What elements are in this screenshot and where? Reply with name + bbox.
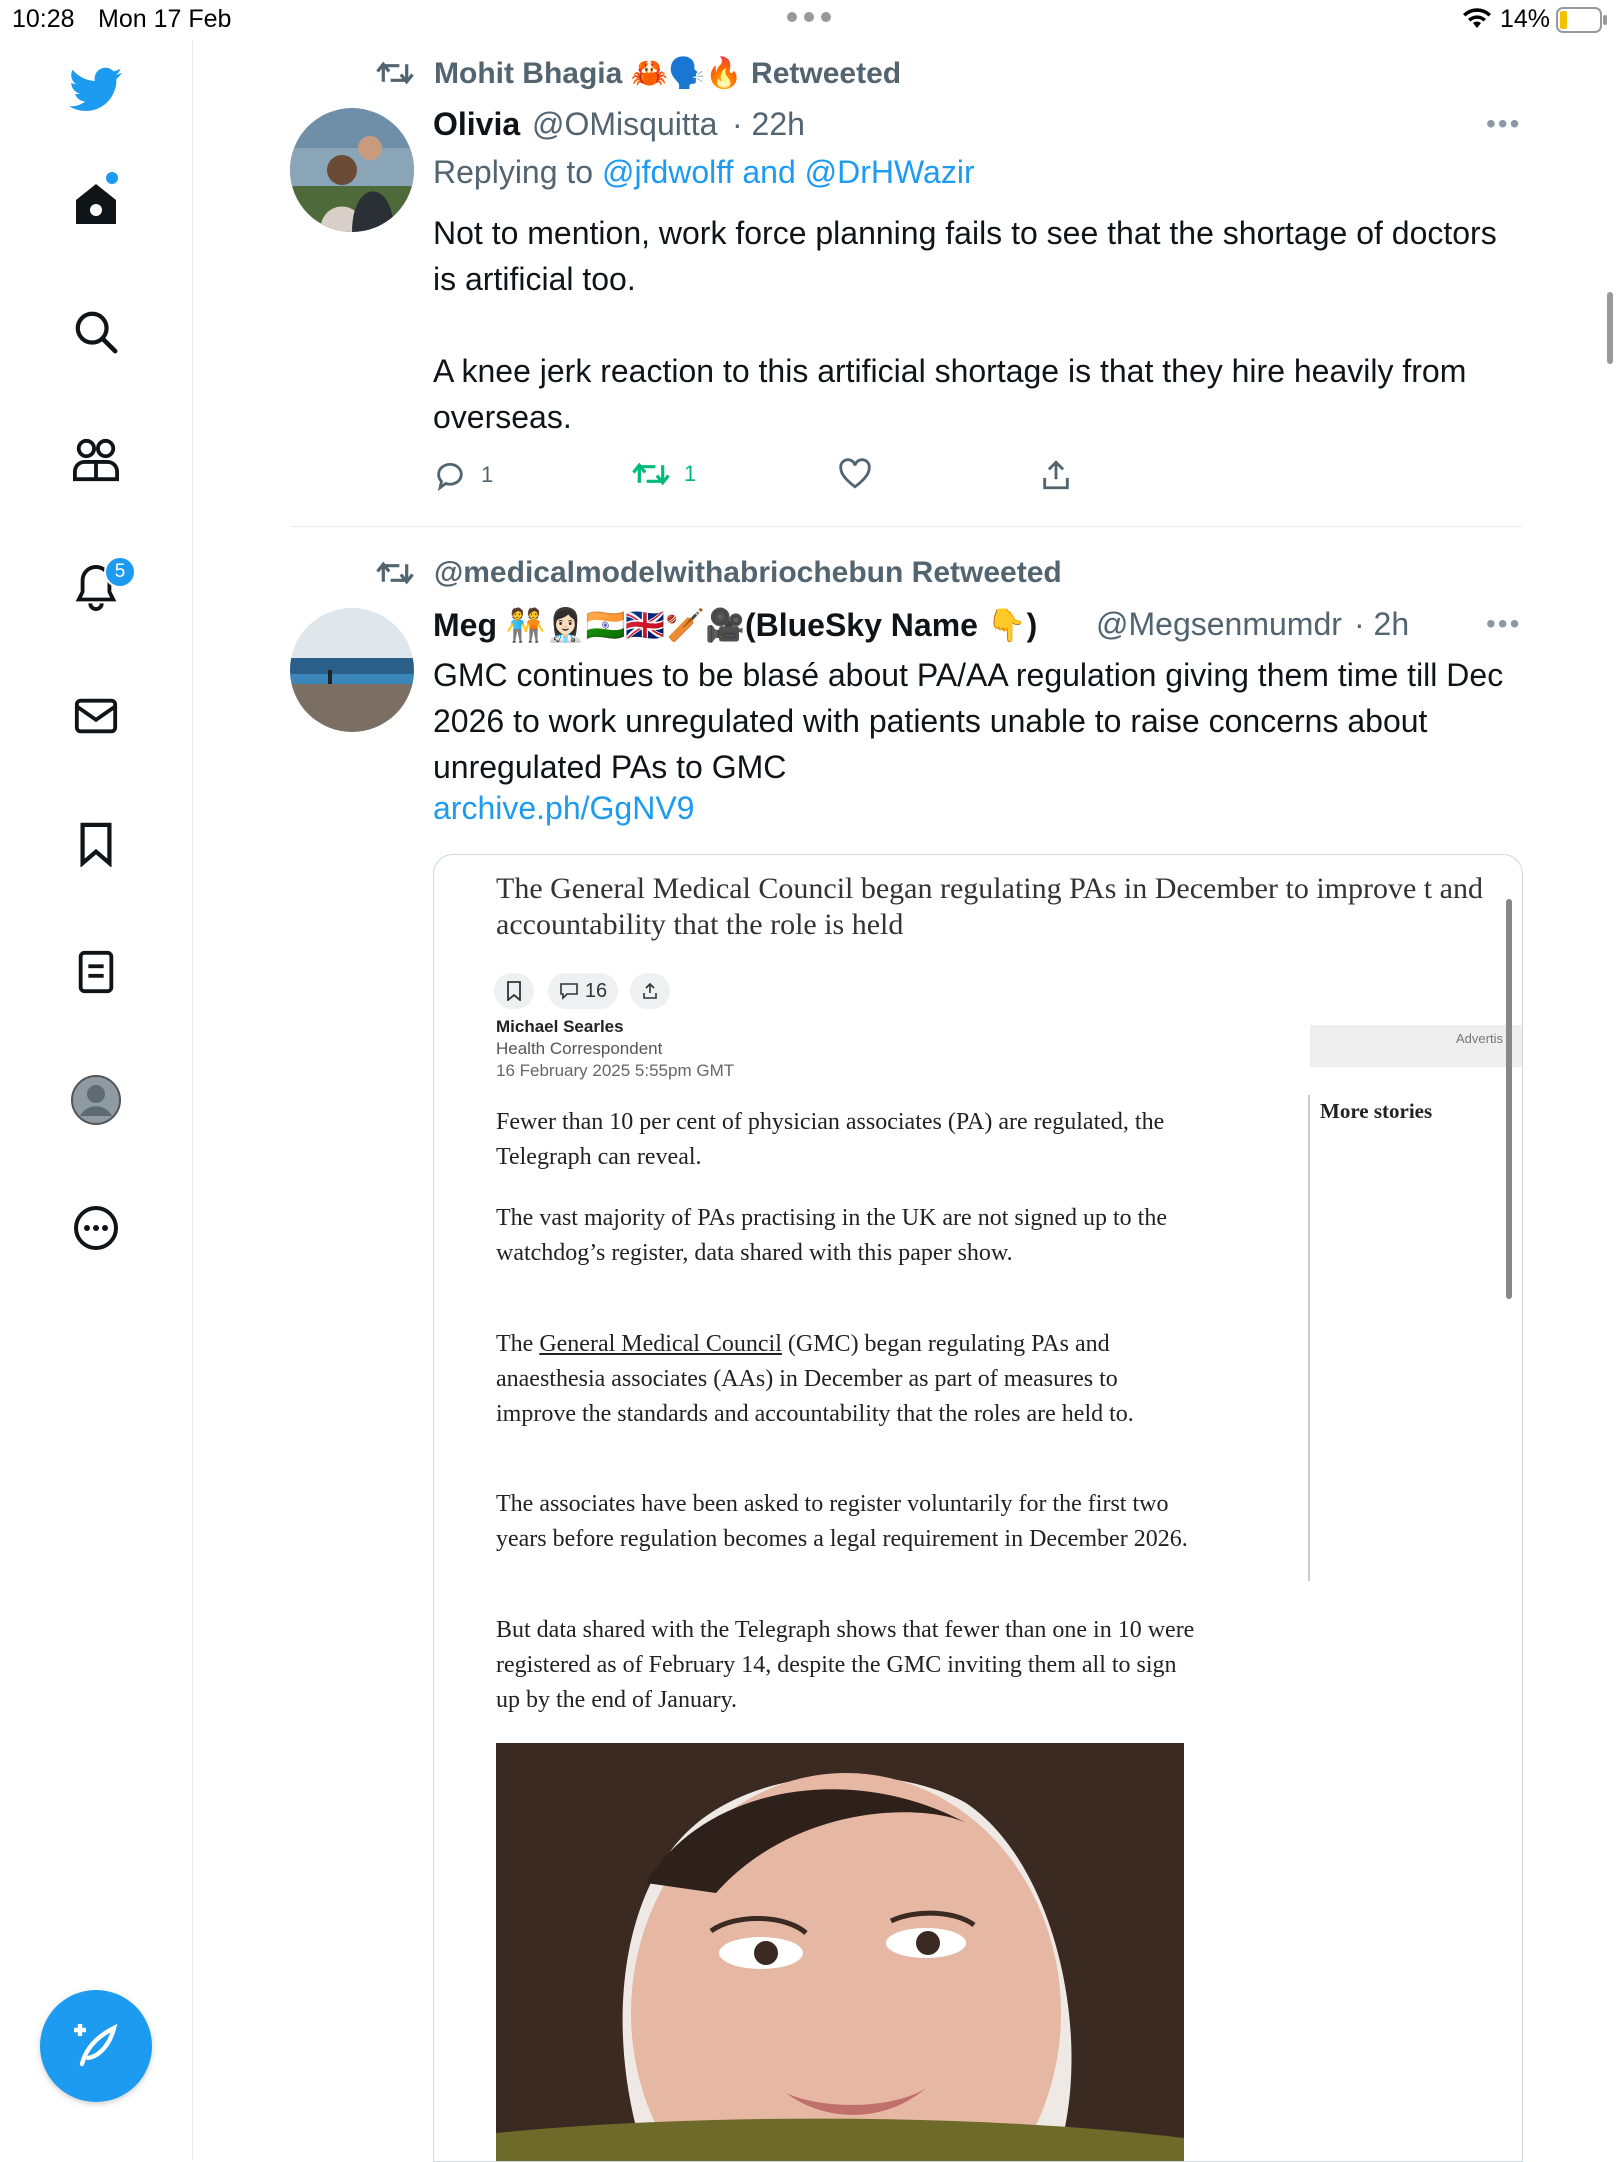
explore-search-icon[interactable] [68,304,124,360]
tweet-time[interactable]: · 22h [732,106,805,143]
article-comments-count: 16 [584,979,608,1002]
tweet-link[interactable]: archive.ph/GgNV9 [433,790,694,827]
like-button[interactable] [838,458,872,490]
heart-icon [839,458,871,489]
retweet-count: 1 [684,461,697,486]
article-paragraph: The General Medical Council (GMC) began … [496,1327,1196,1432]
tweet-time[interactable]: · 2h [1354,606,1409,643]
article-paragraph: But data shared with the Telegraph shows… [496,1617,1195,1713]
article-paragraph: The vast majority of PAs practising in t… [496,1205,1168,1266]
wifi-icon [1462,8,1492,35]
tweet-more-icon[interactable]: ••• [1486,608,1521,640]
replying-to-prefix: Replying to [433,154,602,190]
meg-avatar[interactable] [290,608,414,732]
share-icon [643,982,657,999]
share-icon [1043,460,1069,490]
bookmark-icon [507,981,521,1001]
replying-to-users[interactable]: @jfdwolff and @DrHWazir [602,154,975,190]
article-author: Michael Searles [496,1017,624,1036]
home-icon[interactable] [68,176,124,232]
bookmarks-icon[interactable] [68,816,124,872]
retweet-icon [376,58,414,93]
olivia-avatar[interactable] [290,108,414,232]
share-button[interactable] [1040,458,1072,492]
compose-feather-icon [74,2023,118,2067]
home-unread-dot [106,172,118,184]
messages-mail-icon[interactable] [68,688,124,744]
more-stories-heading: More stories [1320,1099,1433,1123]
article-photo [496,1743,1184,2161]
reply-count: 1 [481,462,494,487]
article-date: 16 February 2025 5:55pm GMT [496,1061,735,1080]
article-headline: The General Medical Council began regula… [496,872,1483,941]
compose-tweet-button[interactable] [40,1990,152,2102]
status-time: 10:28 [12,5,75,33]
article-paragraph: The associates have been asked to regist… [496,1491,1188,1552]
tweet-author-handle[interactable]: @OMisquitta [532,106,717,143]
article-bookmark-button [494,973,534,1009]
tweet-text: Not to mention, work force planning fail… [433,215,1497,435]
tweet-more-icon[interactable]: ••• [1486,108,1521,140]
profile-avatar-icon[interactable] [68,1072,124,1128]
comment-icon [560,983,578,1000]
retweet-icon [376,558,414,593]
reply-button[interactable]: 1 [433,458,493,492]
gmc-link-text: General Medical Council [539,1331,782,1357]
retweeted-by-label[interactable]: @medicalmodelwithabriochebun Retweeted [434,556,1062,590]
retweet-button[interactable]: 1 [632,458,696,490]
multitasking-dots-icon[interactable] [786,10,832,28]
battery-percentage: 14% [1500,5,1551,33]
notifications-badge: 5 [104,556,136,588]
sidebar-rule [1308,1095,1310,1581]
article-scroll-indicator [1506,899,1512,1299]
article-image-card[interactable]: The General Medical Council began regula… [433,854,1523,2162]
sidebar-divider [192,40,193,2160]
tweet-author-name[interactable]: Meg 🧑‍🤝‍🧑👩🏻‍⚕️🇮🇳🇬🇧🏏🎥(BlueSky Name 👇) [433,606,1037,644]
article-paragraph: Fewer than 10 per cent of physician asso… [496,1109,1165,1170]
tweet-author-name[interactable]: Olivia [433,106,520,143]
article-author-role: Health Correspondent [496,1039,663,1058]
communities-icon[interactable] [68,432,124,488]
replying-to-line: Replying to @jfdwolff and @DrHWazir [433,154,975,191]
twitter-logo-icon[interactable] [68,62,124,118]
tweet-text: GMC continues to be blasé about PA/AA re… [433,657,1504,785]
lists-icon[interactable] [68,944,124,1000]
paragraph-prefix: The [496,1331,540,1357]
article-comments-button: 16 [548,973,618,1009]
reply-icon [437,462,463,492]
page-scrollbar[interactable] [1607,292,1613,364]
retweet-action-icon [632,462,670,486]
status-date: Mon 17 Feb [98,5,232,33]
tweet-separator [290,526,1522,527]
more-options-icon[interactable] [68,1200,124,1256]
tweet-author-handle[interactable]: @Megsenmumdr [1096,606,1342,643]
retweeted-by-label[interactable]: Mohit Bhagia 🦀🗣️🔥 Retweeted [434,56,901,91]
battery-icon [1556,7,1608,38]
article-share-button [630,973,670,1009]
advert-label: Advertis [1456,1031,1503,1046]
